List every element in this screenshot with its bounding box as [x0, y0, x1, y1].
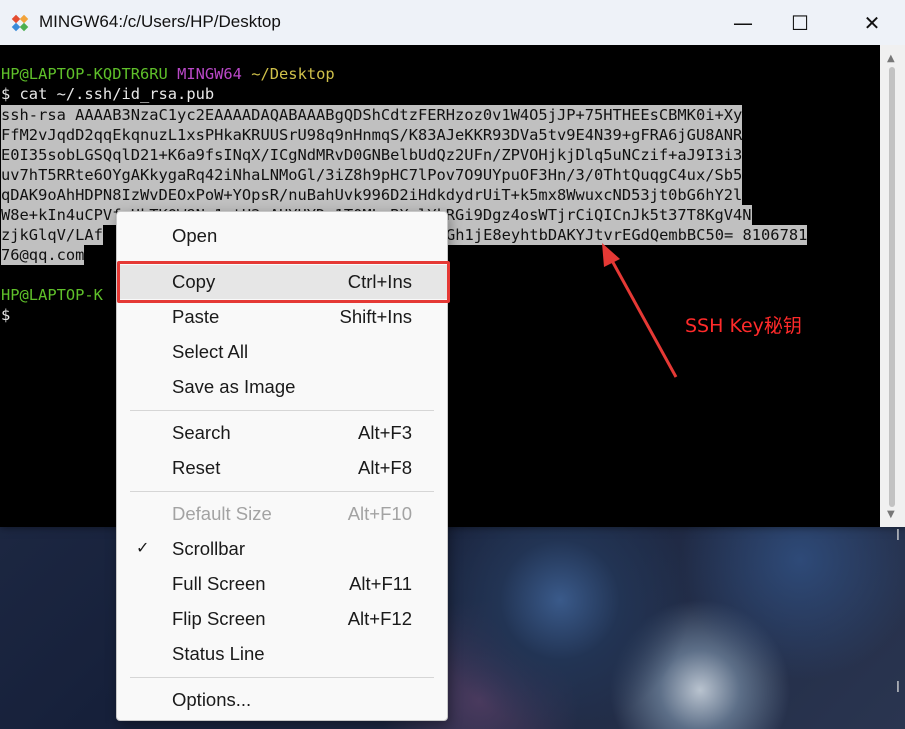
menu-item-label: Scrollbar [172, 538, 245, 559]
menu-item-save-as-image[interactable]: Save as Image [117, 370, 447, 404]
title-bar[interactable]: MINGW64:/c/Users/HP/Desktop — ☐ ✕ [0, 0, 905, 45]
menu-item-reset[interactable]: Reset Alt+F8 [117, 451, 447, 485]
prompt-path: ~/Desktop [251, 65, 335, 83]
annotation-arrow-icon [602, 243, 678, 378]
checkmark-icon: ✓ [136, 540, 150, 557]
menu-separator [130, 677, 434, 678]
menu-item-shortcut: Alt+F8 [358, 457, 412, 478]
prompt-shell: MINGW64 [177, 65, 242, 83]
copy-highlight-box [117, 261, 450, 303]
key-line: uv7hT5RRte6OYgAKkygaRq42iNhaLNMoGl/3iZ8h… [1, 165, 743, 185]
menu-item-label: Paste [172, 306, 220, 327]
menu-item-label: Options... [172, 689, 252, 710]
menu-item-shortcut: Alt+F3 [358, 422, 412, 443]
menu-item-label: Select All [172, 341, 249, 362]
menu-separator [130, 410, 434, 411]
menu-item-label: Search [172, 422, 231, 443]
menu-item-label: Full Screen [172, 573, 266, 594]
edge-artifact: l [896, 680, 900, 696]
menu-item-full-screen[interactable]: Full Screen Alt+F11 [117, 567, 447, 601]
menu-separator [130, 491, 434, 492]
scroll-down-arrow-icon[interactable]: ▼ [887, 509, 895, 520]
menu-item-select-all[interactable]: Select All [117, 335, 447, 369]
maximize-button[interactable]: ☐ [770, 0, 830, 45]
key-line: qDAK9oAhHDPN8IzWvDEOxPoW+YOpsR/nuBahUvk9… [1, 185, 743, 205]
key-line: ssh-rsa AAAAB3NzaC1yc2EAAAADAQABAAABgQDS… [1, 105, 743, 125]
ssh-key-annotation: SSH Key秘钥 [685, 315, 802, 337]
command-line: $ cat ~/.ssh/id_rsa.pub [1, 85, 215, 103]
key-line: 76@qq.com [1, 245, 85, 265]
scrollbar-thumb[interactable] [889, 67, 895, 507]
menu-item-shortcut: Alt+F11 [349, 573, 412, 594]
prompt-user-2: HP@LAPTOP-K [1, 286, 103, 304]
edge-artifact: l [896, 528, 900, 544]
menu-item-shortcut: Shift+Ins [339, 306, 412, 327]
menu-item-label: Save as Image [172, 376, 296, 397]
menu-item-shortcut: Alt+F12 [347, 608, 412, 629]
key-line: FfM2vJqdD2qqEkqnuzL1xsPHkaKRUUSrU98q9nHn… [1, 125, 743, 145]
menu-item-shortcut: Alt+F10 [347, 503, 412, 524]
menu-item-options[interactable]: Options... [117, 683, 447, 717]
menu-item-label: Default Size [172, 503, 272, 524]
menu-item-default-size: Default Size Alt+F10 [117, 497, 447, 531]
minimize-button[interactable]: — [713, 0, 773, 45]
window-title: MINGW64:/c/Users/HP/Desktop [39, 12, 281, 31]
vertical-scrollbar[interactable]: ▲ ▼ [880, 45, 905, 527]
git-app-icon [11, 14, 29, 32]
menu-item-label: Status Line [172, 643, 265, 664]
scroll-up-arrow-icon[interactable]: ▲ [887, 53, 895, 64]
menu-item-flip-screen[interactable]: Flip Screen Alt+F12 [117, 602, 447, 636]
menu-item-label: Flip Screen [172, 608, 266, 629]
menu-item-status-line[interactable]: Status Line [117, 637, 447, 671]
key-line: E0I35sobLGSQqlD21+K6a9fsINqX/ICgNdMRvD0G… [1, 145, 743, 165]
menu-item-open[interactable]: Open [117, 219, 447, 253]
menu-item-scrollbar[interactable]: ✓ Scrollbar [117, 532, 447, 566]
close-button[interactable]: ✕ [842, 0, 902, 45]
menu-item-search[interactable]: Search Alt+F3 [117, 416, 447, 450]
cursor-prompt: $ [1, 306, 11, 324]
menu-item-paste[interactable]: Paste Shift+Ins [117, 300, 447, 334]
menu-item-label: Reset [172, 457, 221, 478]
menu-item-label: Open [172, 225, 218, 246]
key-line: zjkGlqV/LAf [1, 225, 103, 245]
prompt-user: HP@LAPTOP-KQDTR6RU [1, 65, 168, 83]
prompt-line: HP@LAPTOP-KQDTR6RU MINGW64 ~/Desktop [1, 64, 335, 84]
